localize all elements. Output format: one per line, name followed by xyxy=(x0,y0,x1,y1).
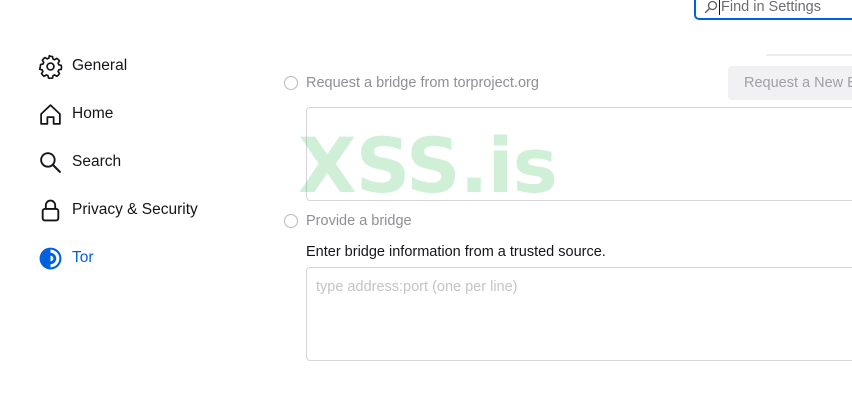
settings-sidebar: General Home Search Privacy & Security T… xyxy=(0,0,240,411)
lock-icon xyxy=(38,198,63,223)
sidebar-item-label: Tor xyxy=(72,249,94,266)
request-bridge-label: Request a bridge from torproject.org xyxy=(306,75,539,91)
tor-onion-icon xyxy=(38,246,63,271)
bridge-address-textarea[interactable] xyxy=(306,267,852,361)
sidebar-item-search[interactable]: Search xyxy=(38,147,121,177)
sidebar-item-home[interactable]: Home xyxy=(38,99,113,129)
sidebar-item-general[interactable]: General xyxy=(38,51,127,81)
sidebar-item-label: General xyxy=(72,57,128,74)
settings-search-box[interactable] xyxy=(694,0,852,20)
search-icon xyxy=(38,150,63,175)
radio-circle[interactable] xyxy=(284,76,298,90)
sidebar-item-label: Home xyxy=(72,105,114,122)
home-icon xyxy=(38,102,63,127)
text-caret xyxy=(719,0,720,15)
requested-bridges-box xyxy=(306,107,852,201)
sidebar-item-tor[interactable]: Tor xyxy=(38,243,94,273)
radio-circle[interactable] xyxy=(284,214,298,228)
settings-page: General Home Search xyxy=(0,0,852,411)
provide-bridge-label: Provide a bridge xyxy=(306,213,412,229)
provide-bridge-radio[interactable]: Provide a bridge xyxy=(284,213,412,229)
sidebar-item-label: Privacy & Security xyxy=(72,201,198,218)
provide-bridge-description: Enter bridge information from a trusted … xyxy=(306,244,606,260)
gear-icon xyxy=(38,54,63,79)
request-new-bridge-button[interactable]: Request a New Bridge xyxy=(728,66,852,100)
sidebar-item-label: Search xyxy=(72,153,122,170)
sidebar-item-privacy-security[interactable]: Privacy & Security xyxy=(38,195,198,225)
header-divider xyxy=(766,54,852,56)
request-bridge-radio[interactable]: Request a bridge from torproject.org xyxy=(284,75,539,91)
settings-search-input[interactable] xyxy=(721,0,852,15)
search-icon xyxy=(704,0,718,14)
